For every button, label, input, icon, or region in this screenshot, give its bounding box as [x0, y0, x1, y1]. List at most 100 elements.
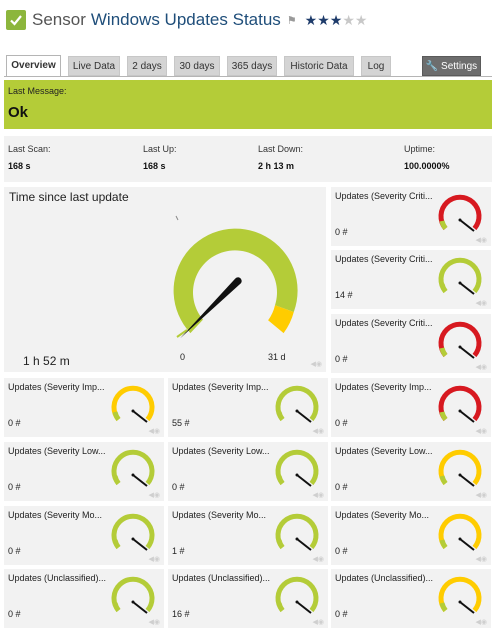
tab-settings-label: Settings	[441, 61, 478, 72]
last-message-box: Last Message: Ok	[4, 80, 492, 129]
channel-title: Updates (Severity Criti...	[335, 191, 433, 201]
tab-bar: Overview Live Data 2 days 30 days 365 da…	[4, 55, 492, 77]
channel-gauge-panel[interactable]: Updates (Severity Low... 0 # ◀◉	[4, 442, 164, 501]
panel-controls-icon[interactable]: ◀◉	[476, 299, 488, 307]
sensor-type-label: Sensor	[32, 10, 86, 29]
channel-title: Updates (Unclassified)...	[172, 573, 271, 583]
stat-last-up: Last Up: 168 s	[143, 144, 177, 171]
channel-title: Updates (Severity Low...	[8, 446, 106, 456]
panel-controls-icon[interactable]: ◀◉	[313, 427, 325, 435]
channel-title: Updates (Severity Low...	[172, 446, 270, 456]
channel-gauge-panel[interactable]: Updates (Severity Criti... 14 # ◀◉	[331, 250, 491, 309]
wrench-icon: 🔧	[425, 61, 439, 72]
channel-gauge-panel[interactable]: Updates (Severity Criti... 0 # ◀◉	[331, 187, 491, 246]
mini-gauge	[275, 513, 319, 551]
panel-controls-icon[interactable]: ◀◉	[311, 360, 323, 368]
channel-value: 16 #	[172, 609, 190, 619]
channel-title: Updates (Severity Mo...	[172, 510, 267, 520]
mini-gauge	[275, 449, 319, 487]
channel-title: Updates (Unclassified)...	[335, 573, 434, 583]
panel-controls-icon[interactable]: ◀◉	[313, 555, 325, 563]
panel-controls-icon[interactable]: ◀◉	[149, 491, 161, 499]
panel-controls-icon[interactable]: ◀◉	[476, 363, 488, 371]
tab-live-data[interactable]: Live Data	[68, 56, 120, 76]
flag-icon[interactable]: ⚑	[287, 14, 297, 27]
star-icon[interactable]: ★	[317, 12, 330, 28]
tab-overview[interactable]: Overview	[6, 55, 61, 77]
channel-gauge-panel[interactable]: Updates (Severity Mo... 0 # ◀◉	[331, 506, 491, 565]
mini-gauge-arc	[275, 449, 319, 486]
channel-value: 0 #	[8, 609, 21, 619]
channel-title: Updates (Severity Imp...	[335, 382, 432, 392]
mini-gauge	[438, 321, 482, 359]
channel-value: 0 #	[8, 482, 21, 492]
sensor-header: Sensor Windows Updates Status ⚑ ★★★★★	[6, 8, 367, 32]
channel-gauge-panel[interactable]: Updates (Unclassified)... 16 # ◀◉	[168, 569, 328, 628]
star-icon[interactable]: ★	[330, 12, 343, 28]
mini-gauge-needle	[296, 538, 312, 551]
channel-gauge-panel[interactable]: Updates (Severity Imp... 55 # ◀◉	[168, 378, 328, 437]
mini-gauge	[275, 385, 319, 423]
main-gauge-panel[interactable]: Time since last update 1 h 52 m 0 31 d ◀…	[4, 187, 326, 372]
stat-label: Last Down:	[258, 144, 304, 154]
panel-controls-icon[interactable]: ◀◉	[476, 555, 488, 563]
mini-gauge	[275, 576, 319, 614]
mini-gauge-arc	[438, 513, 482, 550]
star-icon[interactable]: ★	[342, 12, 355, 28]
channel-gauge-panel[interactable]: Updates (Unclassified)... 0 # ◀◉	[4, 569, 164, 628]
panel-controls-icon[interactable]: ◀◉	[149, 555, 161, 563]
mini-gauge	[111, 385, 155, 423]
channel-gauge-panel[interactable]: Updates (Severity Mo... 1 # ◀◉	[168, 506, 328, 565]
channel-gauge-panel[interactable]: Updates (Severity Low... 0 # ◀◉	[331, 442, 491, 501]
channel-gauge-panel[interactable]: Updates (Severity Low... 0 # ◀◉	[168, 442, 328, 501]
priority-stars[interactable]: ★★★★★	[305, 12, 368, 29]
tab-365-days[interactable]: 365 days	[227, 56, 277, 76]
channel-gauge-panel[interactable]: Updates (Unclassified)... 0 # ◀◉	[331, 569, 491, 628]
channel-gauge-panel[interactable]: Updates (Severity Imp... 0 # ◀◉	[331, 378, 491, 437]
stat-last-down: Last Down: 2 h 13 m	[258, 144, 303, 171]
mini-gauge-arc	[275, 576, 319, 613]
panel-controls-icon[interactable]: ◀◉	[149, 427, 161, 435]
panel-controls-icon[interactable]: ◀◉	[313, 491, 325, 499]
stat-value: 2 h 13 m	[258, 161, 295, 171]
stat-label: Uptime:	[404, 144, 436, 154]
panel-controls-icon[interactable]: ◀◉	[476, 618, 488, 626]
channel-value: 0 #	[335, 227, 348, 237]
panel-controls-icon[interactable]: ◀◉	[476, 236, 488, 244]
channel-gauge-panel[interactable]: Updates (Severity Criti... 0 # ◀◉	[331, 314, 491, 373]
mini-gauge-needle	[459, 410, 475, 423]
panel-controls-icon[interactable]: ◀◉	[313, 618, 325, 626]
panel-controls-icon[interactable]: ◀◉	[476, 427, 488, 435]
panel-controls-icon[interactable]: ◀◉	[149, 618, 161, 626]
channel-value: 1 #	[172, 546, 185, 556]
status-ok-icon	[6, 10, 26, 30]
channel-gauge-panel[interactable]: Updates (Severity Mo... 0 # ◀◉	[4, 506, 164, 565]
main-gauge	[173, 215, 298, 339]
mini-gauge	[111, 449, 155, 487]
channel-title: Updates (Severity Criti...	[335, 318, 433, 328]
star-icon[interactable]: ★	[355, 12, 368, 28]
tab-30-days[interactable]: 30 days	[174, 56, 220, 76]
tab-2-days[interactable]: 2 days	[127, 56, 167, 76]
mini-gauge-needle	[132, 410, 148, 423]
tab-historic-data[interactable]: Historic Data	[284, 56, 354, 76]
channel-value: 0 #	[8, 418, 21, 428]
mini-gauge-needle	[459, 601, 475, 614]
panel-controls-icon[interactable]: ◀◉	[476, 491, 488, 499]
tab-settings[interactable]: 🔧 Settings	[422, 56, 481, 76]
stat-uptime: Uptime: 100.0000%	[404, 144, 450, 171]
channel-title: Updates (Severity Mo...	[8, 510, 103, 520]
gauge-scale-max: 31 d	[268, 352, 286, 362]
mini-gauge-arc	[438, 576, 482, 613]
tab-log[interactable]: Log	[361, 56, 391, 76]
mini-gauge-arc	[111, 513, 155, 550]
mini-gauge-arc	[111, 449, 155, 486]
mini-gauge-arc	[111, 385, 155, 422]
channel-title: Updates (Severity Low...	[335, 446, 433, 456]
mini-gauge-arc	[111, 576, 155, 613]
mini-gauge	[438, 513, 482, 551]
channel-gauge-panel[interactable]: Updates (Severity Imp... 0 # ◀◉	[4, 378, 164, 437]
channel-value: 55 #	[172, 418, 190, 428]
last-message-label: Last Message:	[8, 86, 67, 96]
star-icon[interactable]: ★	[305, 12, 318, 28]
